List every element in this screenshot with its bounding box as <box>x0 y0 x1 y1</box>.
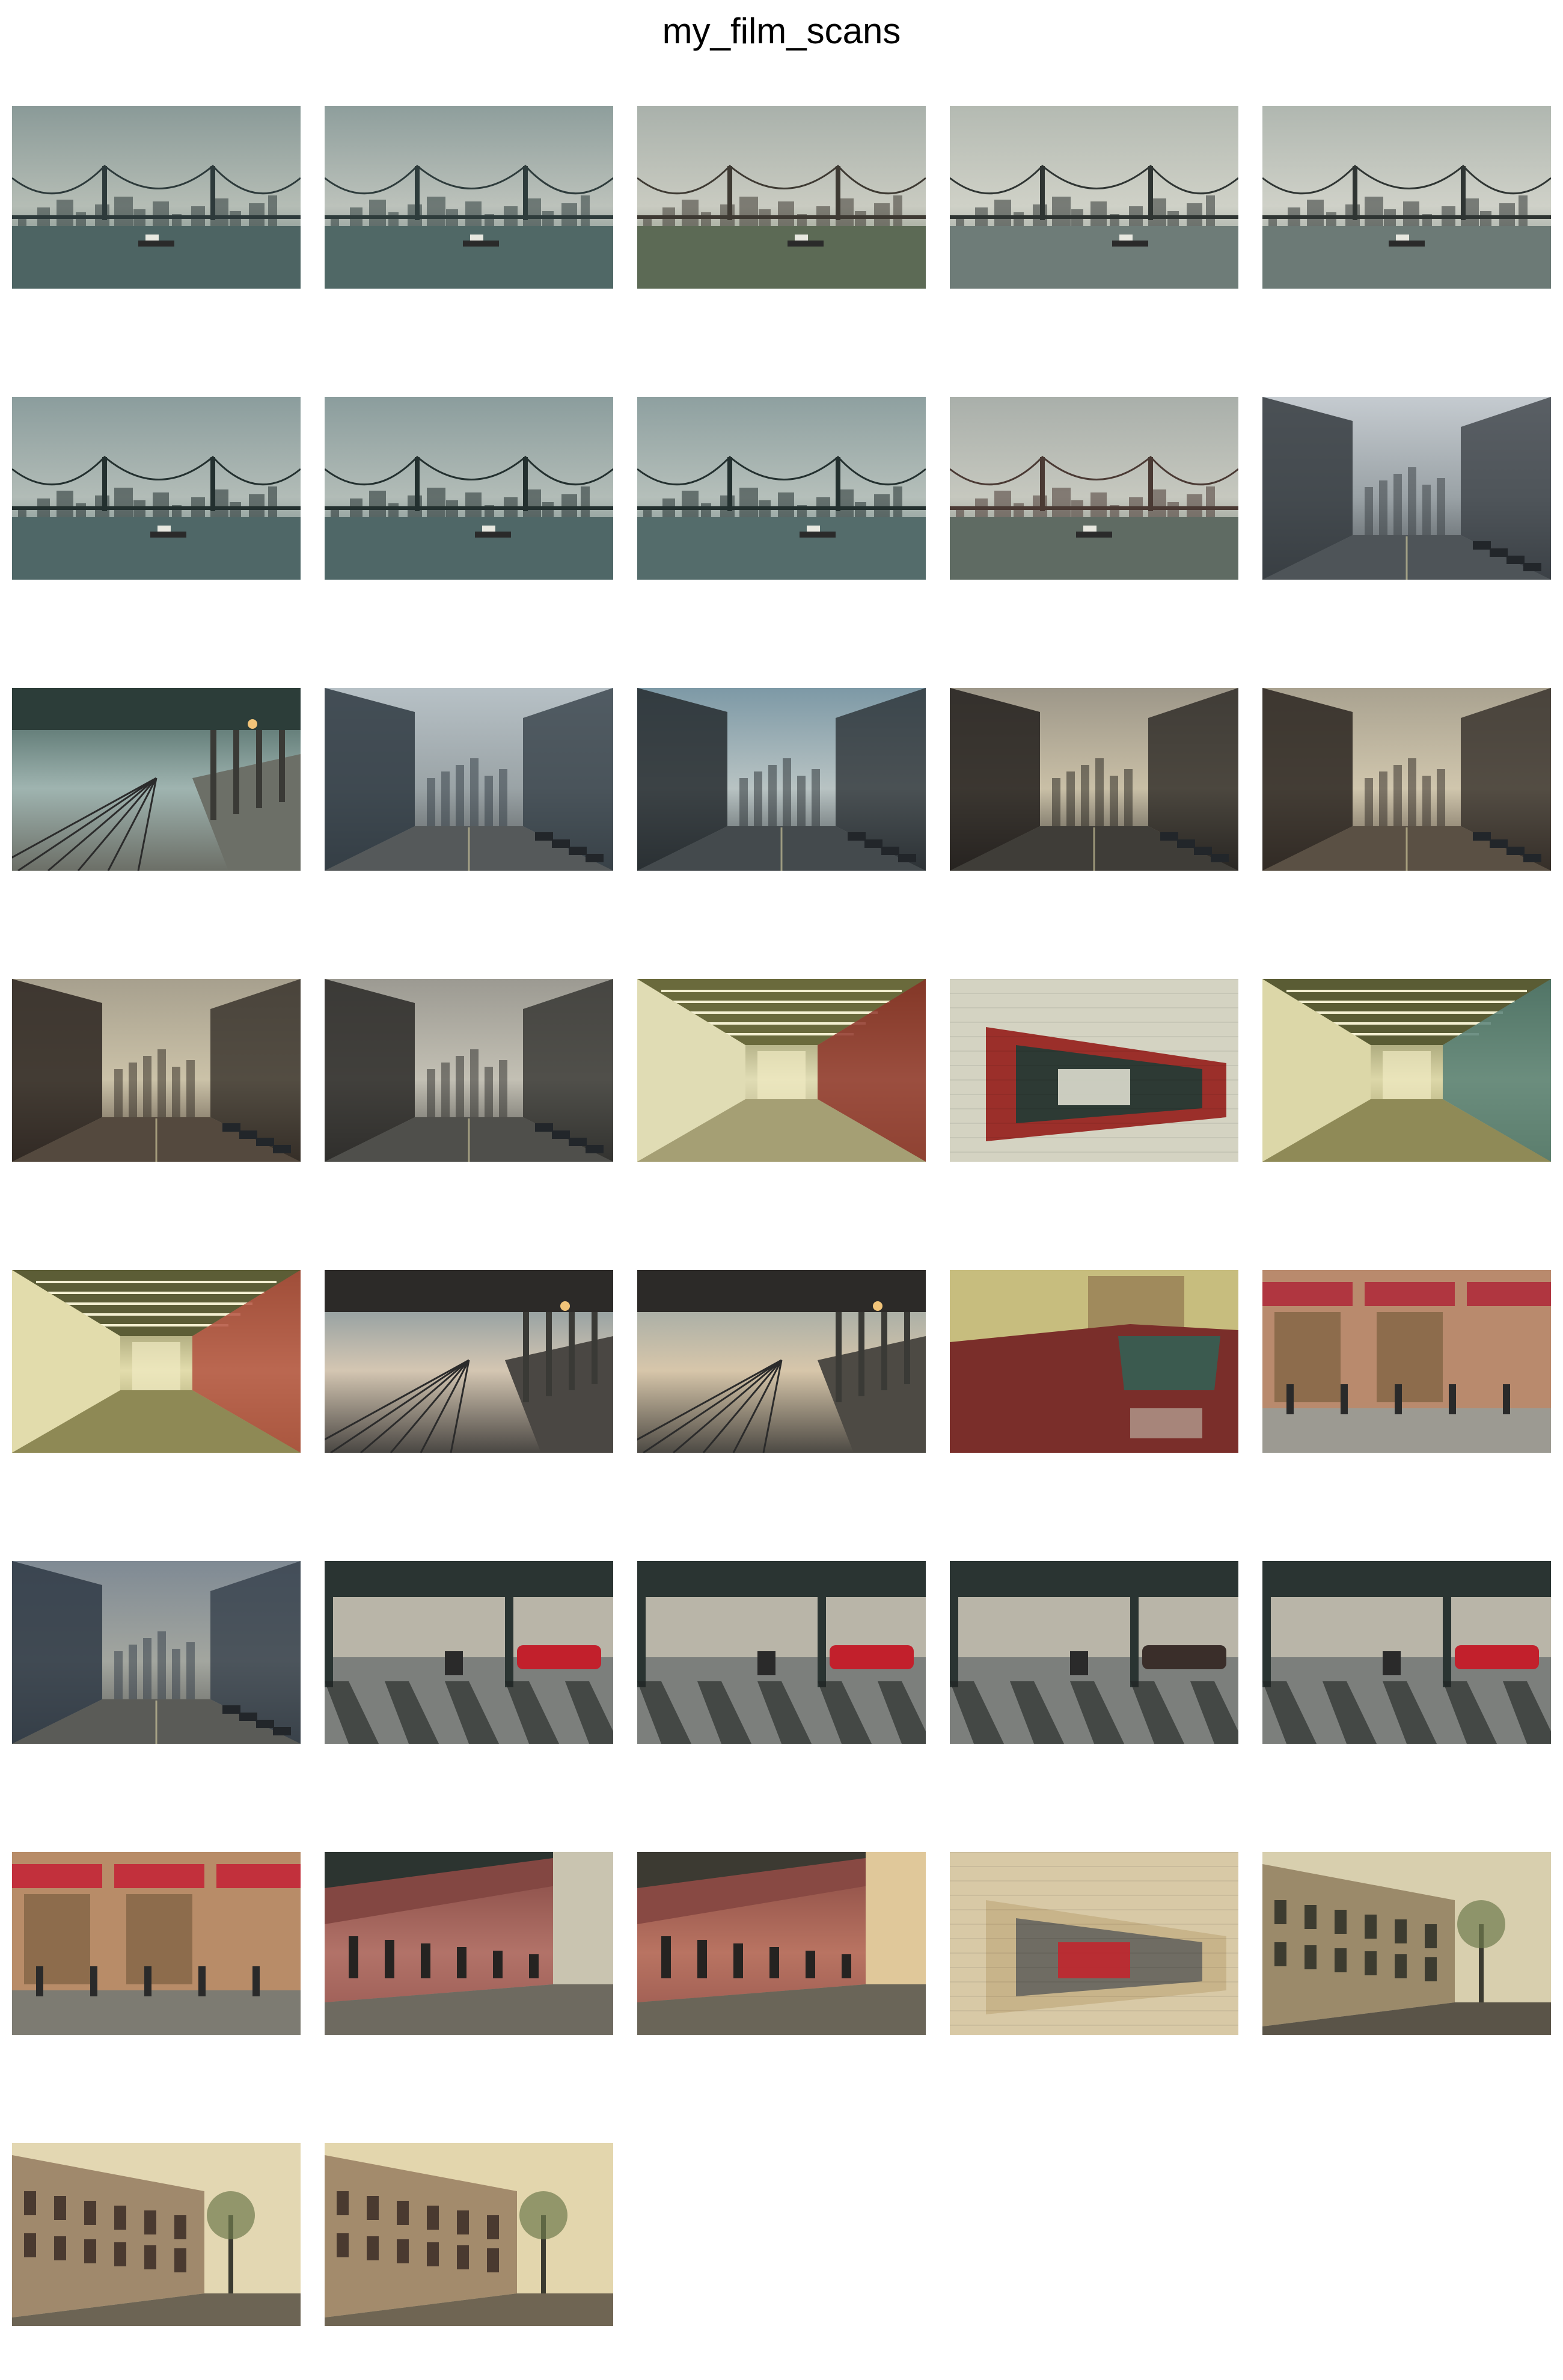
thumbnail-bridge[interactable] <box>637 397 926 580</box>
thumbnail-sign[interactable] <box>950 1852 1238 2035</box>
thumbnail-bridge[interactable] <box>950 397 1238 580</box>
thumbnail-image <box>325 397 613 580</box>
thumbnail-image <box>950 1852 1238 2035</box>
thumbnail-image <box>325 2143 613 2326</box>
thumbnail-image <box>1262 1852 1551 2035</box>
thumbnail-underpass[interactable] <box>950 1561 1238 1744</box>
thumbnail-street[interactable] <box>1262 688 1551 871</box>
thumbnail-image <box>325 1561 613 1744</box>
thumbnail-image <box>950 1270 1238 1453</box>
thumbnail-image <box>12 2143 301 2326</box>
thumbnail-image <box>950 979 1238 1162</box>
thumbnail-truck[interactable] <box>950 1270 1238 1453</box>
thumbnail-tunnel[interactable] <box>1262 979 1551 1162</box>
thumbnail-sign[interactable] <box>950 979 1238 1162</box>
thumbnail-bridge[interactable] <box>950 106 1238 289</box>
thumbnail-image <box>637 397 926 580</box>
thumbnail-tunnel[interactable] <box>637 979 926 1162</box>
thumbnail-bridge[interactable] <box>12 106 301 289</box>
thumbnail-image <box>637 688 926 871</box>
thumbnail-tunnel[interactable] <box>12 1270 301 1453</box>
thumbnail-image <box>325 106 613 289</box>
thumbnail-image <box>325 688 613 871</box>
thumbnail-image <box>1262 397 1551 580</box>
thumbnail-platform[interactable] <box>637 1270 926 1453</box>
thumbnail-bridge[interactable] <box>12 397 301 580</box>
thumbnail-bridge[interactable] <box>637 106 926 289</box>
thumbnail-bridge[interactable] <box>325 106 613 289</box>
thumbnail-image <box>637 1561 926 1744</box>
thumbnail-image <box>12 1852 301 2035</box>
thumbnail-image <box>1262 1561 1551 1744</box>
thumbnail-grid <box>0 0 1563 2380</box>
thumbnail-rowhouse[interactable] <box>325 2143 613 2326</box>
thumbnail-platform[interactable] <box>325 1270 613 1453</box>
thumbnail-street[interactable] <box>325 688 613 871</box>
thumbnail-street[interactable] <box>1262 397 1551 580</box>
thumbnail-bridge[interactable] <box>1262 106 1551 289</box>
thumbnail-street[interactable] <box>950 688 1238 871</box>
thumbnail-image <box>950 1561 1238 1744</box>
thumbnail-underpass[interactable] <box>1262 1561 1551 1744</box>
thumbnail-sidewalk[interactable] <box>637 1852 926 2035</box>
thumbnail-image <box>12 979 301 1162</box>
thumbnail-image <box>1262 688 1551 871</box>
thumbnail-image <box>637 106 926 289</box>
thumbnail-street[interactable] <box>12 979 301 1162</box>
thumbnail-image <box>12 1270 301 1453</box>
thumbnail-image <box>12 688 301 871</box>
thumbnail-storefront[interactable] <box>1262 1270 1551 1453</box>
thumbnail-platform[interactable] <box>12 688 301 871</box>
thumbnail-underpass[interactable] <box>325 1561 613 1744</box>
thumbnail-image <box>12 397 301 580</box>
thumbnail-image <box>325 1852 613 2035</box>
thumbnail-underpass[interactable] <box>637 1561 926 1744</box>
thumbnail-rowhouse[interactable] <box>1262 1852 1551 2035</box>
thumbnail-image <box>950 688 1238 871</box>
thumbnail-storefront[interactable] <box>12 1852 301 2035</box>
thumbnail-street[interactable] <box>12 1561 301 1744</box>
thumbnail-image <box>12 106 301 289</box>
thumbnail-image <box>325 1270 613 1453</box>
thumbnail-rowhouse[interactable] <box>12 2143 301 2326</box>
thumbnail-image <box>637 1852 926 2035</box>
thumbnail-image <box>1262 1270 1551 1453</box>
thumbnail-sidewalk[interactable] <box>325 1852 613 2035</box>
thumbnail-image <box>637 979 926 1162</box>
thumbnail-street[interactable] <box>325 979 613 1162</box>
thumbnail-image <box>325 979 613 1162</box>
thumbnail-bridge[interactable] <box>325 397 613 580</box>
thumbnail-street[interactable] <box>637 688 926 871</box>
thumbnail-image <box>12 1561 301 1744</box>
thumbnail-image <box>1262 979 1551 1162</box>
thumbnail-image <box>950 397 1238 580</box>
thumbnail-image <box>1262 106 1551 289</box>
thumbnail-image <box>950 106 1238 289</box>
thumbnail-image <box>637 1270 926 1453</box>
